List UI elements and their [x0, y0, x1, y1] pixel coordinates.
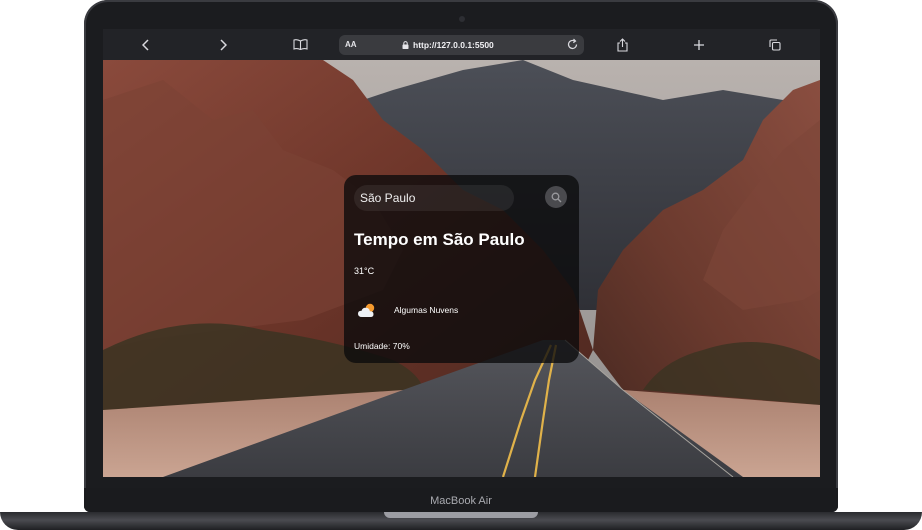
address-bar[interactable]: AA http://127.0.0.1:5500 [339, 35, 584, 55]
page-content: Tempo em São Paulo 31°C Algumas Nuvens U… [103, 60, 820, 477]
search-button[interactable] [545, 186, 567, 208]
lock-icon [402, 41, 409, 49]
reload-icon[interactable] [566, 38, 579, 51]
share-icon[interactable] [615, 29, 629, 60]
weather-card: Tempo em São Paulo 31°C Algumas Nuvens U… [344, 175, 579, 363]
city-search-input[interactable] [354, 185, 514, 211]
humidity: Umidade: 70% [354, 341, 410, 351]
laptop-notch [384, 512, 538, 518]
weather-description-row: Algumas Nuvens [357, 301, 458, 319]
text-size-button[interactable]: AA [345, 35, 357, 55]
device-label: MacBook Air [430, 495, 492, 507]
weather-description: Algumas Nuvens [394, 305, 459, 315]
weather-title: Tempo em São Paulo [354, 230, 525, 249]
url-text[interactable]: http://127.0.0.1:5500 [413, 35, 494, 55]
camera-icon [459, 16, 465, 22]
search-icon [551, 192, 561, 202]
book-icon[interactable] [291, 29, 309, 60]
browser-toolbar: AA http://127.0.0.1:5500 [103, 29, 820, 60]
forward-icon[interactable] [216, 29, 230, 60]
laptop: AA http://127.0.0.1:5500 São Paulo Tempo… [0, 0, 922, 530]
screen: AA http://127.0.0.1:5500 São Paulo Tempo… [103, 29, 820, 477]
temperature: 31°C [354, 266, 375, 276]
back-icon[interactable] [139, 29, 153, 60]
tabs-icon[interactable] [767, 29, 783, 60]
plus-icon[interactable] [692, 29, 706, 60]
cloud-sun-icon [358, 303, 375, 317]
